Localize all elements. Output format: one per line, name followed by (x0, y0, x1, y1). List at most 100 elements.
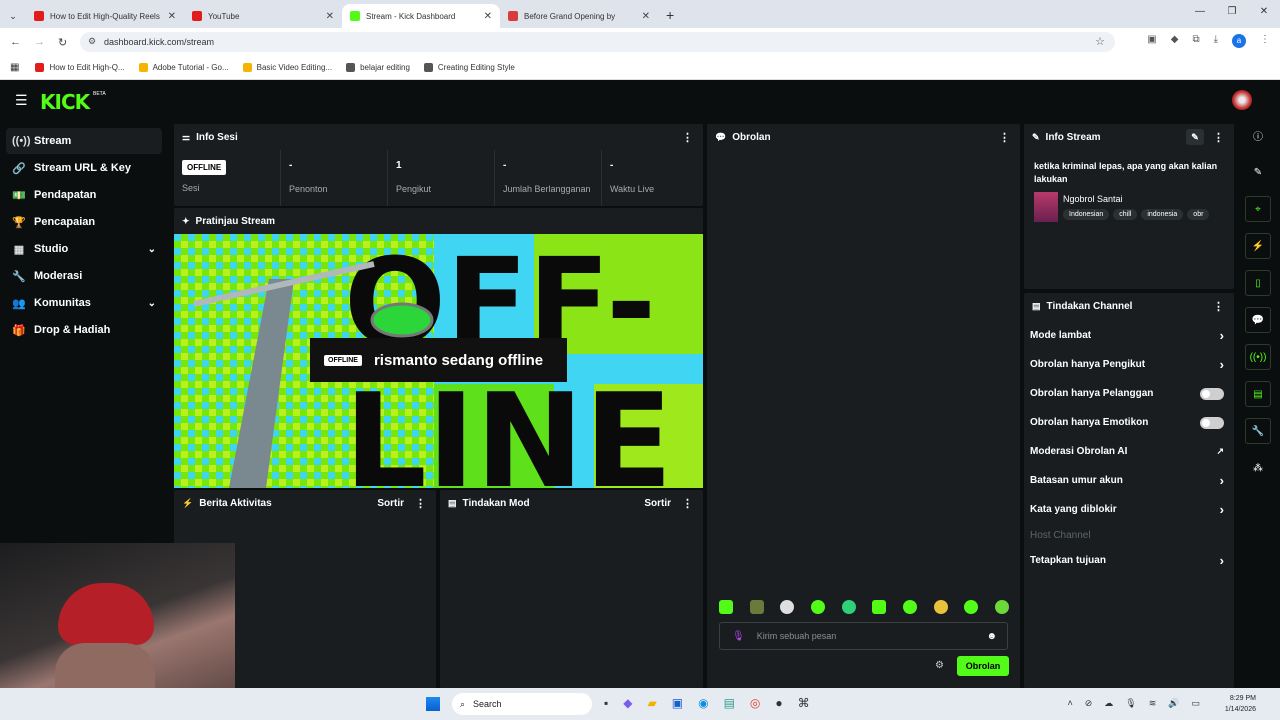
tray-chevron-icon[interactable]: ˄ (1067, 698, 1072, 709)
wrench-icon[interactable]: 🔧 (1245, 418, 1271, 444)
channel-action-item[interactable]: Tetapkan tujuan › (1024, 546, 1234, 575)
panel-menu-icon[interactable]: ⋮ (682, 131, 693, 144)
mic-tray-icon[interactable]: 🎙 (1125, 698, 1136, 709)
external-link-icon[interactable]: ↗ (1216, 446, 1224, 457)
reload-icon[interactable]: ↻ (58, 36, 67, 49)
tab-search-chevron-icon[interactable]: ⌄ (0, 4, 26, 28)
stream-category[interactable]: Ngobrol Santai (1063, 194, 1123, 204)
kick-logo[interactable]: KICK (40, 90, 90, 114)
chevron-right-icon[interactable]: › (1220, 553, 1224, 568)
chat-icon[interactable]: 💬 (1245, 307, 1271, 333)
apps-icon[interactable]: ▦ (10, 62, 19, 73)
clock[interactable]: 8:29 PM 1/14/2026 (1225, 693, 1256, 715)
channel-action-item[interactable]: Batasan umur akun › (1024, 466, 1234, 495)
minimize-button[interactable]: — (1184, 6, 1216, 17)
settings-gear-icon[interactable]: ⚙ (935, 660, 944, 671)
panel-menu-icon[interactable]: ⋮ (1213, 300, 1224, 313)
notepad-icon[interactable]: ▤ (724, 696, 735, 710)
close-tab-icon[interactable]: ✕ (326, 11, 334, 22)
bookmark-star-icon[interactable]: ☆ (1095, 35, 1105, 48)
sidebar-item[interactable]: 🔗 Stream URL & Key (6, 155, 162, 181)
channel-action-item[interactable]: Obrolan hanya Pelanggan (1024, 379, 1234, 408)
browser-tab[interactable]: Stream - Kick Dashboard ✕ (342, 4, 500, 28)
task-view-icon[interactable]: ▪ (604, 696, 608, 710)
close-window-button[interactable]: ✕ (1248, 6, 1280, 17)
stream-tag[interactable]: indonesia (1141, 209, 1184, 220)
emote-icon[interactable] (810, 600, 825, 614)
emote-icon[interactable] (933, 600, 948, 614)
sidebar-item[interactable]: ((•)) Stream (6, 128, 162, 154)
chevron-right-icon[interactable]: › (1220, 502, 1224, 517)
emote-icon[interactable] (964, 600, 979, 614)
site-info-icon[interactable]: ⚙ (88, 36, 96, 47)
new-tab-button[interactable]: + (666, 7, 674, 23)
copilot-icon[interactable]: ◆ (623, 696, 632, 710)
bolt-icon[interactable]: ⚡ (1245, 233, 1271, 259)
store-icon[interactable]: ▣ (672, 696, 683, 710)
nodes-icon[interactable]: ⁂ (1245, 455, 1271, 481)
channel-action-item[interactable]: Obrolan hanya Pengikut › (1024, 350, 1234, 379)
start-icon[interactable] (426, 697, 440, 711)
profile-avatar[interactable]: a (1232, 34, 1246, 48)
browser-tab[interactable]: How to Edit High-Quality Reels ✕ (26, 4, 184, 28)
toggle-switch[interactable] (1200, 387, 1224, 400)
panel-menu-icon[interactable]: ⋮ (415, 497, 426, 510)
bookmark-item[interactable]: belajar editing (346, 63, 410, 72)
bookmark-item[interactable]: Basic Video Editing... (242, 63, 332, 72)
sidebar-item[interactable]: 🏆 Pencapaian (6, 209, 162, 235)
stream-tag[interactable]: Indonesian (1063, 209, 1110, 220)
extension-icon[interactable]: ▣ (1147, 34, 1156, 48)
volume-icon[interactable]: 🔊 (1168, 698, 1179, 709)
emote-icon[interactable] (902, 600, 917, 614)
sidebar-item[interactable]: 💵 Pendapatan (6, 182, 162, 208)
edit-stream-button[interactable]: ✎ (1186, 129, 1204, 145)
channel-action-item[interactable]: Moderasi Obrolan AI ↗ (1024, 437, 1234, 466)
battery-icon[interactable]: ▭ (1191, 698, 1200, 709)
emote-icon[interactable] (780, 600, 795, 614)
wifi-icon[interactable]: ≋ (1149, 698, 1157, 709)
panel-menu-icon[interactable]: ⋮ (682, 497, 693, 510)
document-icon[interactable]: ▯ (1245, 270, 1271, 296)
user-avatar[interactable] (1232, 90, 1252, 110)
focus-icon[interactable]: ⌖ (1245, 196, 1271, 222)
chevron-down-icon[interactable]: ⌄ (148, 244, 156, 255)
obs-icon[interactable]: ● (775, 696, 782, 710)
panel-menu-icon[interactable]: ⋮ (999, 131, 1010, 144)
taskbar-search[interactable]: ⌕ Search (452, 693, 592, 715)
bookmark-item[interactable]: How to Edit High-Q... (35, 63, 125, 72)
channel-action-item[interactable]: Kata yang diblokir › (1024, 495, 1234, 524)
capcut-icon[interactable]: ⌘ (798, 696, 810, 710)
back-icon[interactable]: ← (10, 36, 21, 48)
chevron-right-icon[interactable]: › (1220, 328, 1224, 343)
extension-2-icon[interactable]: ◆ (1171, 34, 1179, 48)
hamburger-menu-icon[interactable]: ☰ (15, 92, 28, 109)
close-tab-icon[interactable]: ✕ (642, 11, 650, 22)
emote-icon[interactable] (841, 600, 856, 614)
channel-action-item[interactable]: Mode lambat › (1024, 321, 1234, 350)
browser-tab[interactable]: YouTube ✕ (184, 4, 342, 28)
channel-action-item[interactable]: Obrolan hanya Emotikon (1024, 408, 1234, 437)
stream-preview[interactable]: OFF- LINE OFFLINE rismanto sedang offlin… (174, 234, 703, 488)
url-input[interactable]: ⚙ dashboard.kick.com/stream ☆ (80, 32, 1115, 52)
mic-icon[interactable]: 🎙 (732, 631, 745, 642)
edge-icon[interactable]: ◉ (698, 696, 708, 710)
bookmark-item[interactable]: Creating Editing Style (423, 63, 515, 72)
bookmark-item[interactable]: Adobe Tutorial - Go... (138, 63, 229, 72)
emote-icon[interactable] (749, 600, 764, 614)
sidebar-item[interactable]: 👥 Komunitas ⌄ (6, 290, 162, 316)
sidebar-item[interactable]: 🔧 Moderasi (6, 263, 162, 289)
menu-icon[interactable]: ⋮ (1260, 34, 1270, 48)
stream-tag[interactable]: obr (1187, 209, 1210, 220)
chevron-right-icon[interactable]: › (1220, 473, 1224, 488)
close-tab-icon[interactable]: ✕ (484, 11, 492, 22)
chat-input[interactable]: 🎙 Kirim sebuah pesan ☻ (719, 622, 1008, 650)
browser-tab[interactable]: Before Grand Opening by ✕ (500, 4, 658, 28)
chevron-down-icon[interactable]: ⌄ (148, 298, 156, 309)
layers-icon[interactable]: ▤ (1245, 381, 1271, 407)
toggle-switch[interactable] (1200, 416, 1224, 429)
emote-icon[interactable] (994, 600, 1009, 614)
sidebar-item[interactable]: ▦ Studio ⌄ (6, 236, 162, 262)
tray-icon[interactable]: ⊘ (1085, 698, 1093, 709)
stream-tag[interactable]: chill (1113, 209, 1138, 220)
emote-icon[interactable] (872, 600, 887, 614)
